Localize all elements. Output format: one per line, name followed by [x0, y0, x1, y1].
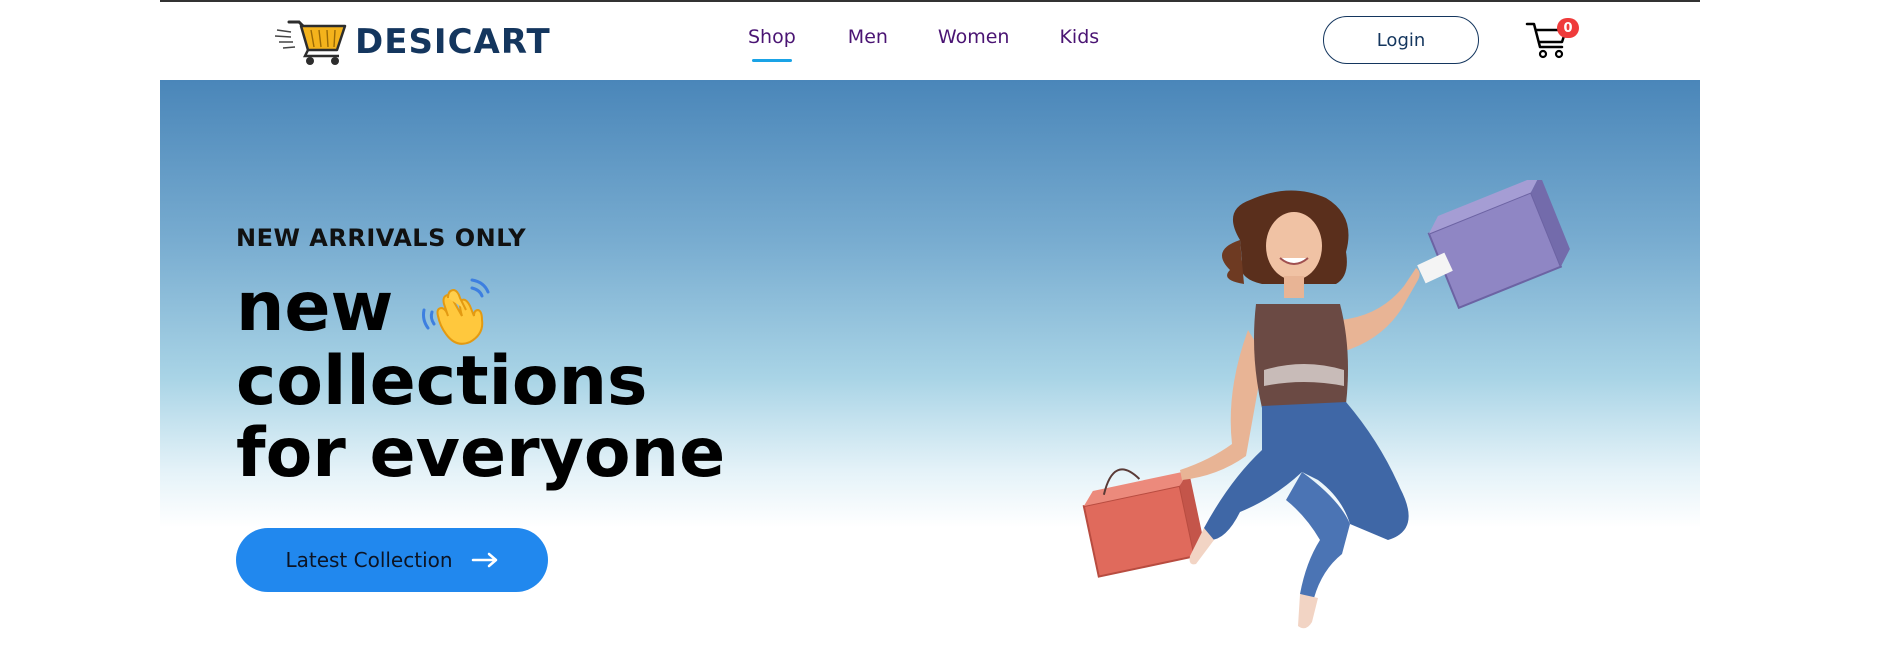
hero-section: NEW ARRIVALS ONLY new collections for ev… — [160, 80, 1700, 654]
latest-collection-button[interactable]: Latest Collection — [236, 528, 548, 592]
nav-item-label: Shop — [748, 26, 796, 48]
nav-item-women[interactable]: Women — [938, 26, 1010, 56]
nav-item-men[interactable]: Men — [848, 26, 888, 56]
purple-shopping-bag — [1427, 180, 1570, 310]
cart-button[interactable]: 0 — [1525, 18, 1579, 60]
nav-item-label: Men — [847, 26, 888, 48]
navbar: DESICART Shop Men Women Kids Login 0 — [160, 2, 1700, 80]
logo[interactable]: DESICART — [275, 16, 551, 68]
hero-model-image — [1082, 180, 1570, 629]
hero-title-line-2: collections — [236, 342, 648, 421]
hero-kicker: NEW ARRIVALS ONLY — [236, 224, 527, 252]
nav-item-shop[interactable]: Shop — [748, 26, 796, 62]
waving-hand-icon — [422, 278, 490, 345]
nav-item-kids[interactable]: Kids — [1059, 26, 1099, 56]
main-nav: Shop Men Women Kids — [748, 26, 1099, 62]
nav-item-label: Kids — [1059, 26, 1100, 48]
page: DESICART Shop Men Women Kids Login 0 NEW… — [160, 0, 1700, 654]
brand-name: DESICART — [355, 22, 551, 62]
login-button[interactable]: Login — [1323, 16, 1479, 64]
cta-label: Latest Collection — [285, 548, 453, 572]
arrow-right-icon — [471, 552, 497, 568]
active-nav-underline — [752, 59, 792, 62]
hero-title-line-1: new — [236, 268, 394, 347]
cart-count-badge: 0 — [1557, 18, 1579, 38]
shopping-cart-logo-icon — [275, 20, 347, 65]
nav-item-label: Women — [937, 26, 1010, 48]
hero-title-line-3: for everyone — [236, 414, 726, 493]
